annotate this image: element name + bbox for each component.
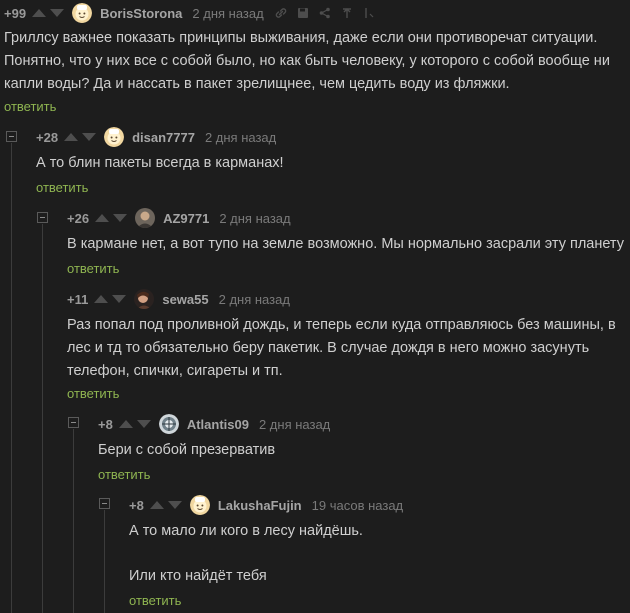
comment-time: 2 дня назад: [204, 129, 277, 145]
avatar[interactable]: [135, 208, 156, 228]
comment-rating: +26: [67, 210, 90, 226]
downvote-icon[interactable]: [136, 420, 151, 428]
upvote-icon[interactable]: [118, 420, 133, 428]
collapse-thread-button[interactable]: [99, 498, 110, 509]
comment-text: А то мало ли кого в лесу найдёшь.: [129, 523, 363, 539]
comment-text: Гриллсу важнее показать принципы выживан…: [4, 30, 610, 92]
comment-username[interactable]: AZ9771: [163, 211, 209, 226]
comment-tools: [274, 6, 376, 20]
avatar[interactable]: [72, 3, 93, 23]
vote-arrows: [64, 133, 97, 141]
comment-rating: +8: [129, 497, 144, 513]
thread-line[interactable]: [11, 143, 12, 613]
collapse-thread-button[interactable]: [6, 131, 17, 142]
comment-username[interactable]: LakushaFujin: [218, 498, 302, 513]
collapse-thread-button[interactable]: [68, 417, 79, 428]
comment-text: А то блин пакеты всегда в карманах!: [36, 155, 284, 171]
comment-text: Раз попал под проливной дождь, и теперь …: [67, 317, 616, 379]
comment-time: 2 дня назад: [218, 291, 290, 307]
vote-arrows: [118, 420, 151, 428]
avatar[interactable]: [134, 289, 155, 309]
reply-link[interactable]: ответить: [129, 593, 181, 608]
downvote-icon[interactable]: [82, 133, 97, 141]
pin-icon[interactable]: [340, 6, 354, 20]
upvote-icon[interactable]: [94, 295, 109, 303]
upvote-icon[interactable]: [32, 9, 47, 17]
upvote-icon[interactable]: [64, 133, 79, 141]
upvote-icon[interactable]: [149, 501, 164, 509]
comment-time: 19 часов назад: [311, 497, 404, 513]
comment-username[interactable]: BorisStorona: [100, 6, 182, 21]
reply-link[interactable]: ответить: [67, 261, 119, 276]
comments-page: +99 BorisStorona 2 дня назад Гриллсу важ…: [0, 0, 630, 613]
comment-header: +28 disan7777 2 дня назад: [36, 126, 276, 148]
reply-link[interactable]: ответить: [4, 99, 56, 114]
reply-link[interactable]: ответить: [67, 386, 119, 401]
comment-header: +8 LakushaFujin 19 часов назад: [129, 494, 403, 516]
link-icon[interactable]: [274, 6, 288, 20]
downvote-icon[interactable]: [112, 295, 127, 303]
comment-rating: +99: [4, 5, 27, 21]
comment-username[interactable]: disan7777: [132, 130, 195, 145]
comment-header: +8 Atlantis09 2 дня назад: [98, 413, 330, 435]
comment-rating: +8: [98, 416, 113, 432]
comment-rating: +28: [36, 129, 59, 145]
vote-arrows: [32, 9, 65, 17]
comment-time: 2 дня назад: [219, 210, 291, 226]
comment-text: В кармане нет, а вот тупо на земле возмо…: [67, 236, 624, 252]
thread-line[interactable]: [104, 510, 105, 613]
comment-username[interactable]: sewa55: [162, 292, 208, 307]
comment-header: +26 AZ9771 2 дня назад: [67, 207, 291, 229]
vote-arrows: [95, 214, 128, 222]
downvote-icon[interactable]: [50, 9, 65, 17]
comment-rating: +11: [67, 291, 89, 307]
reply-link[interactable]: ответить: [36, 180, 88, 195]
comment-text: Бери с собой презерватив: [98, 442, 276, 458]
comment-header: +99 BorisStorona 2 дня назад: [4, 2, 376, 24]
downvote-icon[interactable]: [113, 214, 128, 222]
vote-arrows: [94, 295, 127, 303]
comment-time: 2 дня назад: [192, 5, 264, 21]
upvote-icon[interactable]: [95, 214, 110, 222]
downvote-icon[interactable]: [167, 501, 182, 509]
thread-line[interactable]: [73, 429, 74, 613]
avatar[interactable]: [189, 495, 210, 515]
collapse-thread-button[interactable]: [37, 212, 48, 223]
thread-line[interactable]: [42, 224, 43, 613]
comment-username[interactable]: Atlantis09: [187, 417, 249, 432]
vote-arrows: [149, 501, 182, 509]
reply-link[interactable]: ответить: [98, 467, 150, 482]
save-icon[interactable]: [296, 6, 310, 20]
avatar[interactable]: [104, 127, 125, 147]
share-icon[interactable]: [318, 6, 332, 20]
comment-text: Или кто найдёт тебя: [129, 568, 267, 584]
comment-time: 2 дня назад: [258, 416, 331, 432]
more-icon[interactable]: [362, 6, 376, 20]
comment-header: +11 sewa55 2 дня назад: [67, 288, 290, 310]
avatar[interactable]: [158, 414, 179, 434]
